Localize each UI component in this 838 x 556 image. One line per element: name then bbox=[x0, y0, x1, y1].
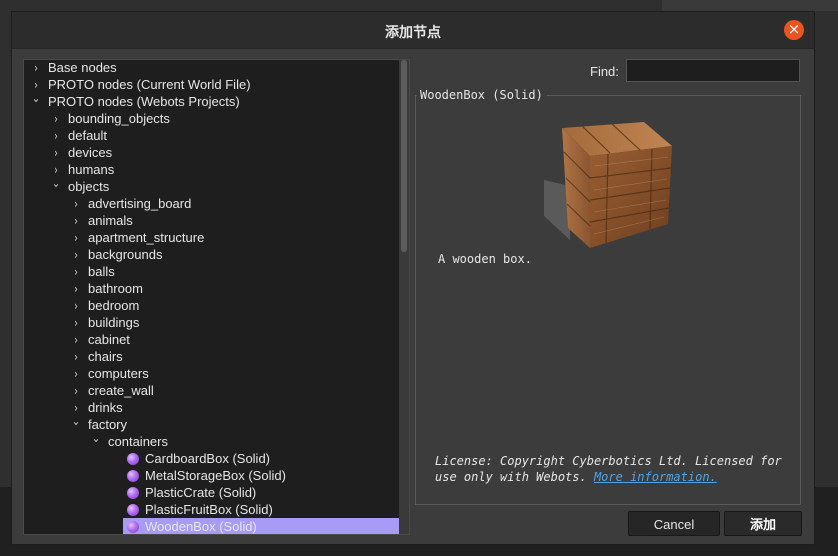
add-node-dialog: 添加节点 × › Base nodes › PROTO nodes (Current … bbox=[11, 11, 815, 545]
dialog-titlebar: 添加节点 × bbox=[12, 12, 814, 49]
tree-folder-item[interactable]: › chairs bbox=[68, 348, 123, 365]
chevron-right-icon[interactable]: › bbox=[70, 247, 83, 264]
chevron-right-icon[interactable]: › bbox=[50, 145, 63, 162]
chevron-right-icon[interactable]: › bbox=[50, 111, 63, 128]
tree-item-label: humans bbox=[68, 162, 115, 177]
chevron-right-icon[interactable]: › bbox=[70, 230, 83, 247]
tree-item-label: WoodenBox (Solid) bbox=[145, 519, 257, 534]
tree-item-label: buildings bbox=[88, 315, 140, 330]
tree-folder-item[interactable]: › backgrounds bbox=[68, 246, 162, 263]
tree-item-label: balls bbox=[88, 264, 115, 279]
node-info-title: WoodenBox (Solid) bbox=[417, 88, 547, 102]
proto-node-icon bbox=[127, 470, 139, 482]
background-window-top bbox=[662, 0, 838, 11]
tree-folder-item[interactable]: › bedroom bbox=[68, 297, 139, 314]
tree-folder-item[interactable]: › advertising_board bbox=[68, 195, 191, 212]
tree-folder-item[interactable]: › bounding_objects bbox=[48, 110, 170, 127]
chevron-down-icon[interactable]: ⌄ bbox=[90, 430, 103, 447]
tree-item-label: default bbox=[68, 128, 108, 143]
chevron-right-icon[interactable]: › bbox=[70, 332, 83, 349]
find-input[interactable] bbox=[626, 59, 800, 82]
chevron-right-icon[interactable]: › bbox=[70, 196, 83, 213]
tree-folder-item[interactable]: › cabinet bbox=[68, 331, 130, 348]
add-button[interactable]: 添加 bbox=[724, 511, 802, 536]
tree-item-label: animals bbox=[88, 213, 133, 228]
chevron-down-icon[interactable]: ⌄ bbox=[70, 413, 83, 430]
tree-item-label: drinks bbox=[88, 400, 123, 415]
chevron-right-icon[interactable]: › bbox=[50, 128, 63, 145]
tree-folder-item[interactable]: › PROTO nodes (Current World File) bbox=[28, 76, 251, 93]
find-label: Find: bbox=[590, 64, 619, 79]
tree-item-label: advertising_board bbox=[88, 196, 192, 211]
tree-folder-item[interactable]: ⌄ containers bbox=[88, 430, 168, 450]
tree-item-label: PROTO nodes (Webots Projects) bbox=[48, 94, 240, 109]
tree-item-label: bounding_objects bbox=[68, 111, 170, 126]
chevron-right-icon[interactable]: › bbox=[70, 298, 83, 315]
chevron-right-icon[interactable]: › bbox=[70, 315, 83, 332]
chevron-right-icon[interactable]: › bbox=[70, 281, 83, 298]
tree-folder-item[interactable]: › bathroom bbox=[68, 280, 143, 297]
proto-node-icon bbox=[127, 487, 139, 499]
tree-item-label: chairs bbox=[88, 349, 123, 364]
tree-scrollbar[interactable] bbox=[399, 60, 409, 534]
tree-item-label: computers bbox=[88, 366, 149, 381]
chevron-right-icon[interactable]: › bbox=[70, 366, 83, 383]
tree-item-label: apartment_structure bbox=[88, 230, 205, 245]
chevron-right-icon[interactable]: › bbox=[70, 383, 83, 400]
tree-leaf-item[interactable]: MetalStorageBox (Solid) bbox=[127, 467, 286, 484]
tree-item-label: backgrounds bbox=[88, 247, 163, 262]
node-description: A wooden box. bbox=[438, 252, 532, 266]
tree-folder-item[interactable]: › computers bbox=[68, 365, 149, 382]
tree-folder-item[interactable]: › Base nodes bbox=[28, 60, 117, 77]
tree-leaf-item[interactable]: CardboardBox (Solid) bbox=[127, 450, 270, 467]
tree-folder-item[interactable]: › apartment_structure bbox=[68, 229, 204, 246]
tree-item-label: create_wall bbox=[88, 383, 154, 398]
more-information-link[interactable]: More information. bbox=[594, 470, 717, 484]
tree-folder-item[interactable]: › default bbox=[48, 127, 107, 144]
tree-folder-item[interactable]: › create_wall bbox=[68, 382, 154, 399]
tree-item-label: PlasticFruitBox (Solid) bbox=[145, 502, 273, 517]
tree-item-label: bedroom bbox=[88, 298, 140, 313]
node-tree[interactable]: › Base nodes › PROTO nodes (Current World F… bbox=[23, 59, 410, 535]
cancel-button[interactable]: Cancel bbox=[628, 511, 720, 536]
tree-scroll-thumb[interactable] bbox=[401, 60, 407, 252]
chevron-right-icon[interactable]: › bbox=[70, 349, 83, 366]
wooden-box-preview-image bbox=[544, 122, 672, 248]
tree-item-label: objects bbox=[68, 179, 110, 194]
chevron-right-icon[interactable]: › bbox=[30, 60, 43, 77]
license-text: License: Copyright Cyberbotics Ltd. Lice… bbox=[435, 453, 795, 485]
tree-leaf-item[interactable]: PlasticFruitBox (Solid) bbox=[127, 501, 273, 518]
tree-item-label: devices bbox=[68, 145, 113, 160]
chevron-right-icon[interactable]: › bbox=[70, 264, 83, 281]
tree-item-label: PROTO nodes (Current World File) bbox=[48, 77, 251, 92]
proto-node-icon bbox=[127, 453, 139, 465]
close-icon[interactable]: × bbox=[784, 20, 804, 40]
tree-item-label: CardboardBox (Solid) bbox=[145, 451, 271, 466]
chevron-right-icon[interactable]: › bbox=[70, 213, 83, 230]
tree-folder-item[interactable]: › buildings bbox=[68, 314, 139, 331]
tree-folder-item[interactable]: › balls bbox=[68, 263, 115, 280]
tree-item-label: MetalStorageBox (Solid) bbox=[145, 468, 286, 483]
tree-item-label: Base nodes bbox=[48, 60, 117, 75]
tree-item-label: cabinet bbox=[88, 332, 130, 347]
chevron-down-icon[interactable]: ⌄ bbox=[30, 90, 43, 107]
tree-leaf-item[interactable]: WoodenBox (Solid) bbox=[127, 518, 257, 534]
tree-item-label: bathroom bbox=[88, 281, 143, 296]
proto-node-icon bbox=[127, 504, 139, 516]
tree-folder-item[interactable]: › devices bbox=[48, 144, 112, 161]
tree-folder-item[interactable]: › animals bbox=[68, 212, 133, 229]
tree-folder-item[interactable]: ⌄ objects bbox=[48, 175, 110, 195]
tree-item-label: containers bbox=[108, 434, 168, 449]
chevron-down-icon[interactable]: ⌄ bbox=[50, 175, 63, 192]
proto-node-icon bbox=[127, 521, 139, 533]
tree-folder-item[interactable]: ⌄ PROTO nodes (Webots Projects) bbox=[28, 90, 240, 110]
dialog-title: 添加节点 bbox=[385, 25, 441, 41]
tree-leaf-item[interactable]: PlasticCrate (Solid) bbox=[127, 484, 256, 501]
tree-item-label: PlasticCrate (Solid) bbox=[145, 485, 257, 500]
